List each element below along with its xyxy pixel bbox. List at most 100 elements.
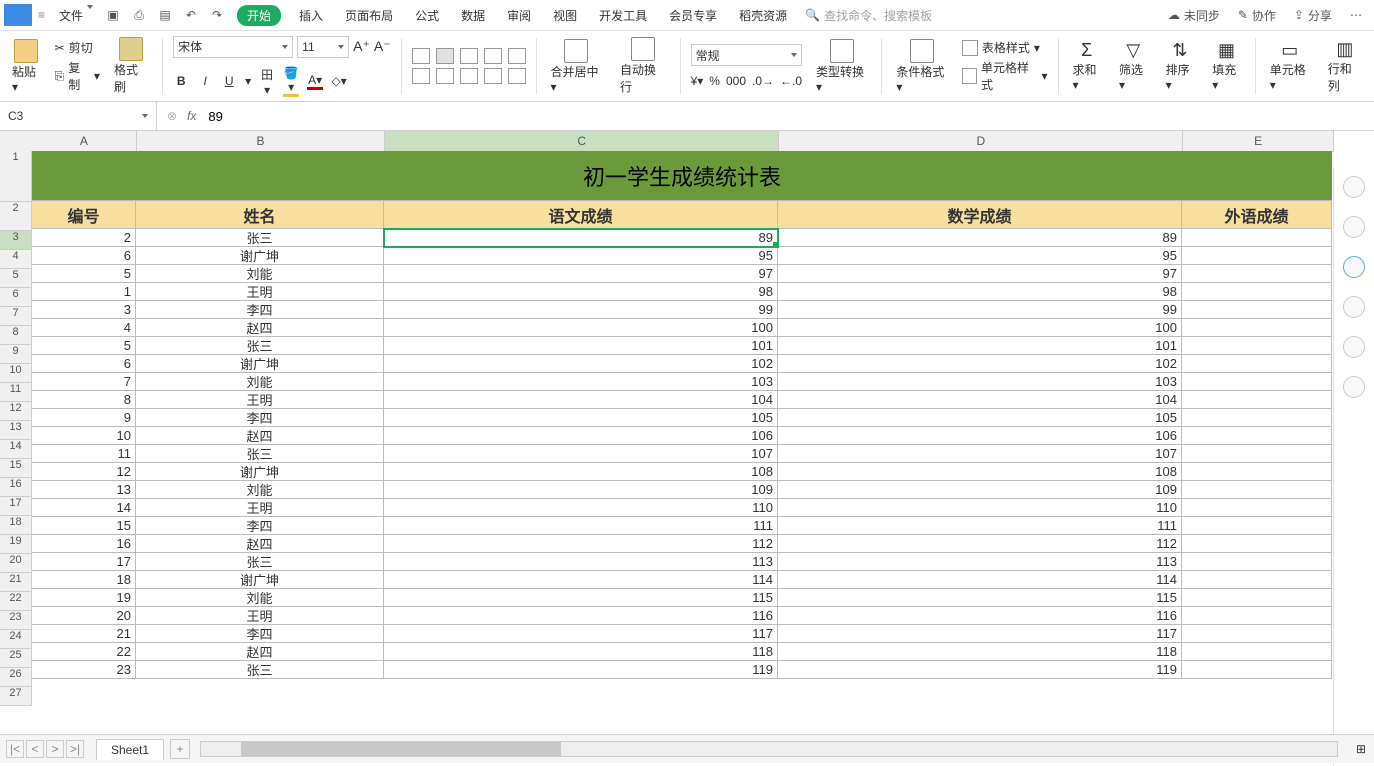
data-cell[interactable]: 107 [384,445,778,463]
data-cell[interactable]: 89 [384,229,778,247]
row-header[interactable]: 6 [0,288,32,307]
data-cell[interactable]: 102 [778,355,1182,373]
row-header[interactable]: 11 [0,383,32,402]
row-header[interactable]: 9 [0,345,32,364]
save-icon[interactable]: ▣ [104,6,122,24]
data-cell[interactable]: 张三 [136,229,384,247]
data-cell[interactable]: 刘能 [136,589,384,607]
row-header[interactable]: 21 [0,573,32,592]
data-cell[interactable]: 89 [778,229,1182,247]
data-cell[interactable]: 王明 [136,283,384,301]
font-name-select[interactable]: 宋体 [173,36,293,58]
data-cell[interactable]: 113 [778,553,1182,571]
data-cell[interactable]: 114 [778,571,1182,589]
data-cell[interactable]: 103 [778,373,1182,391]
data-cell[interactable] [1182,463,1332,481]
col-header-C[interactable]: C [385,131,779,151]
sheet-first-icon[interactable]: |< [6,740,24,758]
tab-insert[interactable]: 插入 [289,5,333,26]
data-cell[interactable]: 赵四 [136,319,384,337]
data-cell[interactable]: 李四 [136,625,384,643]
data-cell[interactable]: 赵四 [136,643,384,661]
data-cell[interactable] [1182,247,1332,265]
data-cell[interactable]: 119 [778,661,1182,679]
header-cell[interactable]: 姓名 [136,201,384,229]
command-search[interactable]: 🔍 查找命令、搜索模板 [805,7,932,24]
data-cell[interactable]: 6 [32,247,136,265]
cancel-formula-icon[interactable]: ⊗ [167,109,177,123]
data-cell[interactable]: 114 [384,571,778,589]
col-header-B[interactable]: B [137,131,385,151]
tab-data[interactable]: 数据 [451,5,495,26]
side-icon-5[interactable] [1343,336,1365,358]
data-cell[interactable] [1182,553,1332,571]
align-right-icon[interactable] [460,68,478,84]
fill-button[interactable]: ▦填充▾ [1208,38,1245,94]
align-center-icon[interactable] [436,68,454,84]
indent-left-icon[interactable] [484,48,502,64]
data-cell[interactable]: 95 [384,247,778,265]
data-cell[interactable]: 110 [384,499,778,517]
row-header[interactable]: 14 [0,440,32,459]
data-cell[interactable]: 108 [384,463,778,481]
file-menu[interactable]: 文件 [53,5,99,26]
data-cell[interactable]: 111 [778,517,1182,535]
menu-icon[interactable]: ≡ [38,8,45,22]
justify-icon[interactable] [484,68,502,84]
data-cell[interactable]: 10 [32,427,136,445]
sync-status[interactable]: ☁ 未同步 [1160,5,1228,26]
view-mode-icon[interactable]: ⊞ [1348,742,1374,756]
col-header-E[interactable]: E [1183,131,1334,151]
data-cell[interactable]: 李四 [136,301,384,319]
header-cell[interactable]: 外语成绩 [1182,201,1332,229]
data-cell[interactable]: 18 [32,571,136,589]
header-cell[interactable]: 语文成绩 [384,201,778,229]
data-cell[interactable]: 张三 [136,661,384,679]
data-cell[interactable]: 刘能 [136,481,384,499]
cell-button[interactable]: ▭单元格▾ [1266,38,1314,94]
row-header[interactable]: 1 [0,151,32,202]
data-cell[interactable]: 117 [778,625,1182,643]
app-icon[interactable] [4,4,32,26]
data-cell[interactable]: 115 [384,589,778,607]
row-header[interactable]: 17 [0,497,32,516]
copy-button[interactable]: ⎘复制▾ [55,59,100,93]
data-cell[interactable]: 3 [32,301,136,319]
data-cell[interactable]: 100 [384,319,778,337]
data-cell[interactable]: 19 [32,589,136,607]
side-icon-3[interactable] [1343,256,1365,278]
data-cell[interactable]: 王明 [136,499,384,517]
bold-button[interactable]: B [173,74,189,88]
data-cell[interactable] [1182,481,1332,499]
data-cell[interactable]: 97 [384,265,778,283]
data-cell[interactable]: 106 [778,427,1182,445]
row-header[interactable]: 27 [0,687,32,706]
row-header[interactable]: 13 [0,421,32,440]
data-cell[interactable]: 谢广坤 [136,571,384,589]
tab-resource[interactable]: 稻壳资源 [729,5,797,26]
header-cell[interactable]: 数学成绩 [778,201,1182,229]
add-sheet-button[interactable]: + [170,739,190,759]
row-header[interactable]: 3 [0,231,32,250]
data-cell[interactable]: 17 [32,553,136,571]
data-cell[interactable] [1182,265,1332,283]
sum-button[interactable]: Σ求和▾ [1068,38,1105,94]
table-style-button[interactable]: 表格样式▾ [962,39,1048,56]
data-cell[interactable] [1182,535,1332,553]
decrease-font-icon[interactable]: A⁻ [374,38,391,55]
share-button[interactable]: ⇪ 分享 [1286,5,1340,26]
data-cell[interactable]: 4 [32,319,136,337]
sheet-next-icon[interactable]: > [46,740,64,758]
data-cell[interactable]: 105 [778,409,1182,427]
data-cell[interactable]: 100 [778,319,1182,337]
data-cell[interactable]: 115 [778,589,1182,607]
data-cell[interactable] [1182,355,1332,373]
row-header[interactable]: 16 [0,478,32,497]
undo-icon[interactable]: ↶ [182,6,200,24]
data-cell[interactable] [1182,301,1332,319]
font-size-select[interactable]: 11 [297,36,349,58]
sheet-prev-icon[interactable]: < [26,740,44,758]
data-cell[interactable]: 98 [384,283,778,301]
row-header[interactable]: 20 [0,554,32,573]
data-cell[interactable]: 116 [778,607,1182,625]
